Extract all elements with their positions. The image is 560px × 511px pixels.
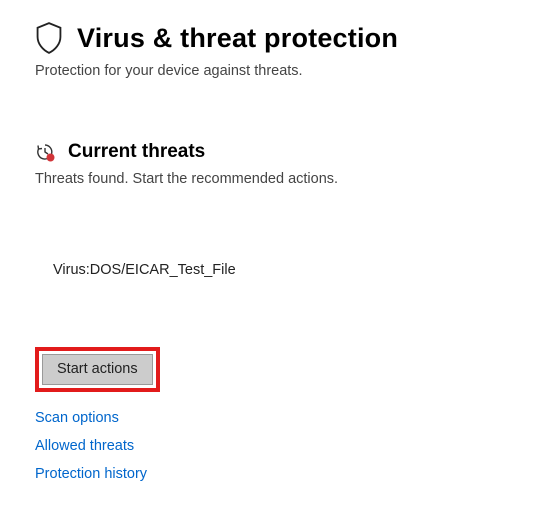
allowed-threats-link[interactable]: Allowed threats: [35, 438, 525, 454]
shield-icon: [35, 22, 63, 54]
section-header: Current threats: [35, 141, 525, 163]
threat-item: Virus:DOS/EICAR_Test_File: [53, 262, 525, 278]
scan-options-link[interactable]: Scan options: [35, 410, 525, 426]
section-subtitle: Threats found. Start the recommended act…: [35, 171, 525, 187]
links-group: Scan options Allowed threats Protection …: [35, 410, 525, 482]
page-header: Virus & threat protection: [35, 0, 525, 54]
start-actions-button[interactable]: Start actions: [42, 354, 153, 385]
page-subtitle: Protection for your device against threa…: [35, 63, 525, 79]
history-alert-icon: [35, 142, 55, 162]
section-title: Current threats: [68, 141, 205, 163]
page-title: Virus & threat protection: [77, 23, 398, 54]
highlight-box: Start actions: [35, 347, 160, 392]
protection-history-link[interactable]: Protection history: [35, 466, 525, 482]
